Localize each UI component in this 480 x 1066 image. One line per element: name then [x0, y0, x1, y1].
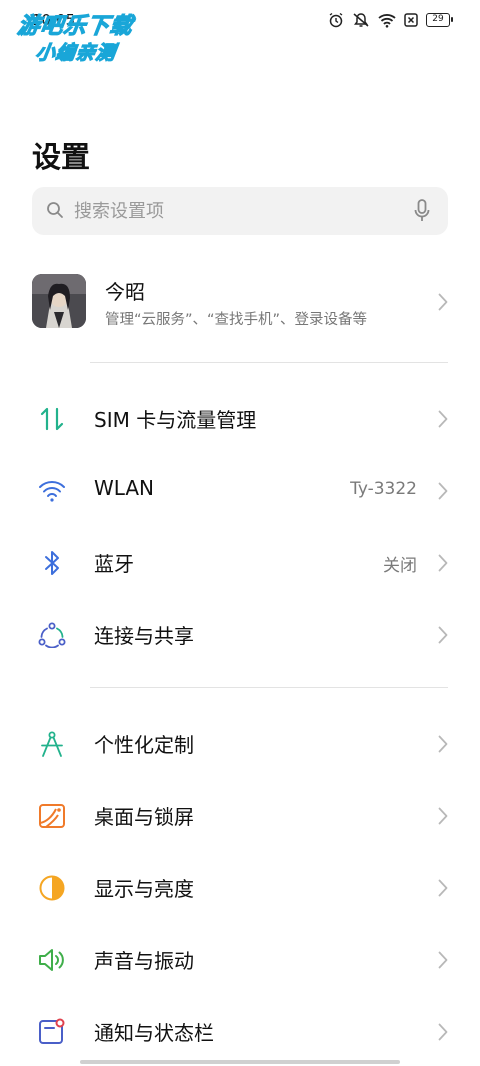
- chevron-right-icon: [438, 1023, 448, 1041]
- status-icons: 29: [328, 12, 453, 28]
- settings-row-label: 蓝牙: [94, 552, 134, 576]
- chevron-right-icon: [438, 482, 448, 500]
- settings-row-display-brightness[interactable]: 显示与亮度: [0, 851, 480, 923]
- account-name: 今昭: [105, 280, 145, 304]
- watermark: 游吧乐下载 小编亲测: [14, 8, 150, 68]
- settings-row-label: 连接与共享: [94, 624, 194, 648]
- divider: [90, 362, 448, 363]
- watermark-line2: 小编亲测: [34, 41, 118, 64]
- gesture-bar[interactable]: [80, 1060, 400, 1064]
- account-description: 管理“云服务”、“查找手机”、登录设备等: [105, 312, 368, 328]
- chevron-right-icon: [438, 626, 448, 644]
- settings-row-bluetooth[interactable]: 蓝牙 关闭: [0, 526, 480, 598]
- chevron-right-icon: [438, 554, 448, 572]
- connection-share-icon: [38, 621, 66, 649]
- avatar: [32, 274, 86, 328]
- no-sim-icon: [404, 13, 418, 27]
- settings-row-notification-statusbar[interactable]: 通知与状态栏: [0, 995, 480, 1066]
- settings-row-label: 通知与状态栏: [94, 1021, 214, 1045]
- settings-row-label: WLAN: [94, 476, 155, 500]
- notification-icon: [38, 1018, 66, 1046]
- settings-row-connection[interactable]: 连接与共享: [0, 598, 480, 670]
- wifi-icon: [38, 477, 66, 505]
- page-title: 设置: [32, 140, 91, 174]
- search-icon: [46, 201, 64, 223]
- settings-row-label: 个性化定制: [94, 733, 194, 757]
- settings-row-desktop-lockscreen[interactable]: 桌面与锁屏: [0, 779, 480, 851]
- chevron-right-icon: [438, 735, 448, 753]
- search-input[interactable]: [74, 187, 404, 235]
- battery-icon: 29: [426, 13, 453, 27]
- compass-icon: [38, 730, 66, 758]
- settings-row-sim[interactable]: SIM 卡与流量管理: [0, 382, 480, 454]
- settings-row-value: Ty-3322: [350, 479, 417, 499]
- account-row[interactable]: 今昭 管理“云服务”、“查找手机”、登录设备等: [0, 262, 480, 342]
- settings-row-sound-vibration[interactable]: 声音与振动: [0, 923, 480, 995]
- alarm-icon: [328, 12, 344, 28]
- brightness-icon: [38, 874, 66, 902]
- settings-row-label: 声音与振动: [94, 949, 194, 973]
- watermark-line1: 游吧乐下载: [15, 13, 135, 39]
- settings-row-label: 桌面与锁屏: [94, 805, 194, 829]
- bluetooth-icon: [38, 549, 66, 577]
- microphone-icon[interactable]: [414, 199, 430, 227]
- settings-row-wlan[interactable]: WLAN Ty-3322: [0, 454, 480, 526]
- chevron-right-icon: [438, 410, 448, 428]
- sim-data-icon: [38, 405, 66, 433]
- chevron-right-icon: [438, 293, 448, 311]
- wifi-status-icon: [378, 13, 396, 28]
- search-bar[interactable]: [32, 187, 448, 235]
- settings-row-label: 显示与亮度: [94, 877, 194, 901]
- settings-row-personalize[interactable]: 个性化定制: [0, 707, 480, 779]
- chevron-right-icon: [438, 951, 448, 969]
- mute-icon: [352, 12, 370, 28]
- wallpaper-icon: [38, 802, 66, 830]
- settings-row-value: 关闭: [383, 556, 417, 576]
- chevron-right-icon: [438, 879, 448, 897]
- divider: [90, 687, 448, 688]
- settings-row-label: SIM 卡与流量管理: [94, 408, 257, 432]
- chevron-right-icon: [438, 807, 448, 825]
- speaker-icon: [38, 946, 66, 974]
